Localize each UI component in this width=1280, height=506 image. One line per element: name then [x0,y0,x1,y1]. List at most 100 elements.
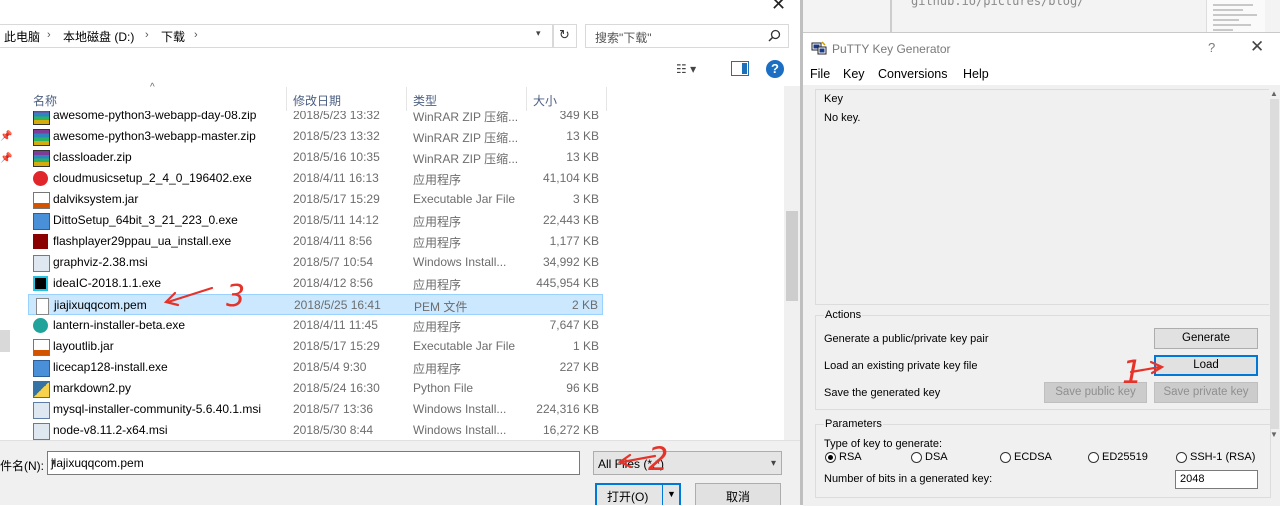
breadcrumb-item[interactable]: 下载 [161,28,185,45]
puttygen-window: PuTTY Key Generator ? ✕ File Key Convers… [803,32,1280,506]
scroll-up-icon[interactable]: ▲ [1270,89,1278,98]
chevron-right-icon: › [145,29,149,41]
preview-pane-icon[interactable] [731,61,749,76]
radio-ssh1-rsa-label[interactable]: SSH-1 (RSA) [1190,451,1255,463]
file-name: ideaIC-2018.1.1.exe [53,276,162,290]
pin-icon: 📌 [0,153,13,164]
close-icon[interactable]: ✕ [771,0,786,15]
file-row[interactable]: flashplayer29ppau_ua_install.exe 2018/4/1… [28,231,603,252]
search-input[interactable]: 搜索"下载" [585,24,789,48]
save-public-key-label: Save public key [1055,386,1136,398]
column-header-row: 名称 修改日期 类型 大小 [28,87,603,111]
menu-file[interactable]: File [810,67,830,81]
file-name: DittoSetup_64bit_3_21_223_0.exe [53,213,238,227]
radio-dsa-label[interactable]: DSA [925,451,948,463]
save-private-key-button[interactable]: Save private key [1154,382,1258,403]
file-row[interactable]: awesome-python3-webapp-master.zip 2018/5/… [28,126,603,147]
file-row[interactable]: classloader.zip 2018/5/16 10:35 WinRAR ZIP… [28,147,603,168]
file-type-value[interactable]: All Files (*.*) [598,457,664,471]
file-size: 96 KB [566,381,599,395]
file-list[interactable]: awesome-python3-webapp-day-08.zip 2018/5/… [28,111,603,441]
file-date: 2018/5/24 16:30 [293,381,380,395]
column-header-date[interactable]: 修改日期 [293,92,341,109]
file-row[interactable]: licecap128-install.exe 2018/5/4 9:30 应用程序 2… [28,357,603,378]
file-type: 应用程序 [413,173,462,187]
navigation-pane[interactable]: 📌 📌 [0,86,28,441]
file-row[interactable]: jiajixuqqcom.pem 2018/5/25 16:41 PEM 文件 2 K… [28,294,603,315]
radio-rsa-label[interactable]: RSA [839,451,862,463]
radio-ed25519[interactable] [1088,452,1099,463]
file-row[interactable]: markdown2.py 2018/5/24 16:30 Python File 96… [28,378,603,399]
radio-ssh1-rsa[interactable] [1176,452,1187,463]
search-icon [768,29,781,42]
lantern-icon [33,318,48,333]
scroll-down-icon[interactable]: ▼ [1270,430,1278,439]
help-icon[interactable]: ? [766,60,784,78]
bits-value[interactable]: 2048 [1180,473,1204,485]
chevron-down-icon[interactable]: ▾ [771,458,776,469]
radio-ed25519-label[interactable]: ED25519 [1102,451,1148,463]
menu-help[interactable]: Help [963,67,989,81]
file-row[interactable]: layoutlib.jar 2018/5/17 15:29 Executable J… [28,336,603,357]
radio-rsa[interactable] [825,452,836,463]
file-row[interactable]: ideaIC-2018.1.1.exe 2018/4/12 8:56 应用程序 445… [28,273,603,294]
column-divider[interactable] [286,87,287,111]
file-type-select[interactable]: All Files (*.*) ▾ [593,451,782,475]
radio-ecdsa-label[interactable]: ECDSA [1014,451,1052,463]
chevron-down-icon[interactable]: ▾ [51,457,575,468]
puttygen-titlebar[interactable]: PuTTY Key Generator ? ✕ [803,33,1280,63]
cancel-button[interactable]: 取消 [695,483,781,505]
filename-input[interactable]: jiajixuqqcom.pem ▾ [47,451,580,475]
file-row[interactable]: dalviksystem.jar 2018/5/17 15:29 Executabl… [28,189,603,210]
file-row[interactable]: mysql-installer-community-5.6.40.1.msi 20… [28,399,603,420]
file-row[interactable]: lantern-installer-beta.exe 2018/4/11 11:4… [28,315,603,336]
chevron-down-icon[interactable]: ▼ [667,489,676,499]
scrollbar-thumb[interactable] [1270,99,1279,429]
chevron-down-icon[interactable]: ▾ [536,28,541,39]
column-header-size[interactable]: 大小 [533,92,557,109]
file-row[interactable]: graphviz-2.38.msi 2018/5/7 10:54 Windows I… [28,252,603,273]
msi-package-icon [33,423,50,440]
nav-selected-item[interactable] [0,330,10,352]
column-divider[interactable] [406,87,407,111]
menu-key[interactable]: Key [843,67,865,81]
radio-ecdsa[interactable] [1000,452,1011,463]
file-row[interactable]: DittoSetup_64bit_3_21_223_0.exe 2018/5/11… [28,210,603,231]
open-button[interactable]: 打开(O) ▼ [595,483,681,505]
file-row[interactable]: awesome-python3-webapp-day-08.zip 2018/5/… [28,111,603,126]
bits-input[interactable]: 2048 [1175,470,1258,489]
winrar-archive-icon [33,150,50,167]
file-size: 349 KB [559,111,599,122]
file-row[interactable]: cloudmusicsetup_2_4_0_196402.exe 2018/4/1… [28,168,603,189]
address-bar[interactable]: 此电脑 › 本地磁盘 (D:) › 下载 › [0,24,553,48]
file-name: licecap128-install.exe [53,360,168,374]
file-list-scrollbar[interactable] [784,86,800,441]
file-type: WinRAR ZIP 压缩... [413,111,519,124]
column-divider[interactable] [606,87,607,111]
chevron-right-icon: › [47,29,51,41]
file-row[interactable]: node-v8.11.2-x64.msi 2018/5/30 8:44 Window… [28,420,603,441]
breadcrumb-item[interactable]: 本地磁盘 (D:) [63,28,134,45]
radio-dsa[interactable] [911,452,922,463]
refresh-button[interactable]: ↻ [553,24,577,48]
save-public-key-button[interactable]: Save public key [1044,382,1147,403]
jar-file-icon [33,192,50,209]
view-options-button[interactable]: ☷ ▾ [676,62,696,76]
column-divider[interactable] [526,87,527,111]
menu-conversions[interactable]: Conversions [878,67,947,81]
generate-button[interactable]: Generate [1154,328,1258,349]
close-icon[interactable]: ✕ [1250,37,1264,57]
cancel-button-label: 取消 [725,490,750,504]
load-button[interactable]: Load [1154,355,1258,376]
column-header-name[interactable]: 名称 [33,92,57,109]
context-help-button[interactable]: ? [1208,40,1215,55]
editor-minimap[interactable] [1206,0,1265,32]
breadcrumb-item[interactable]: 此电脑 [4,28,40,45]
intellij-icon [33,276,48,291]
save-description: Save the generated key [824,387,941,399]
file-name: awesome-python3-webapp-day-08.zip [53,111,257,122]
column-header-type[interactable]: 类型 [413,92,437,109]
file-name: flashplayer29ppau_ua_install.exe [53,234,232,248]
scrollbar-thumb[interactable] [786,211,798,301]
file-date: 2018/5/30 8:44 [293,423,374,437]
